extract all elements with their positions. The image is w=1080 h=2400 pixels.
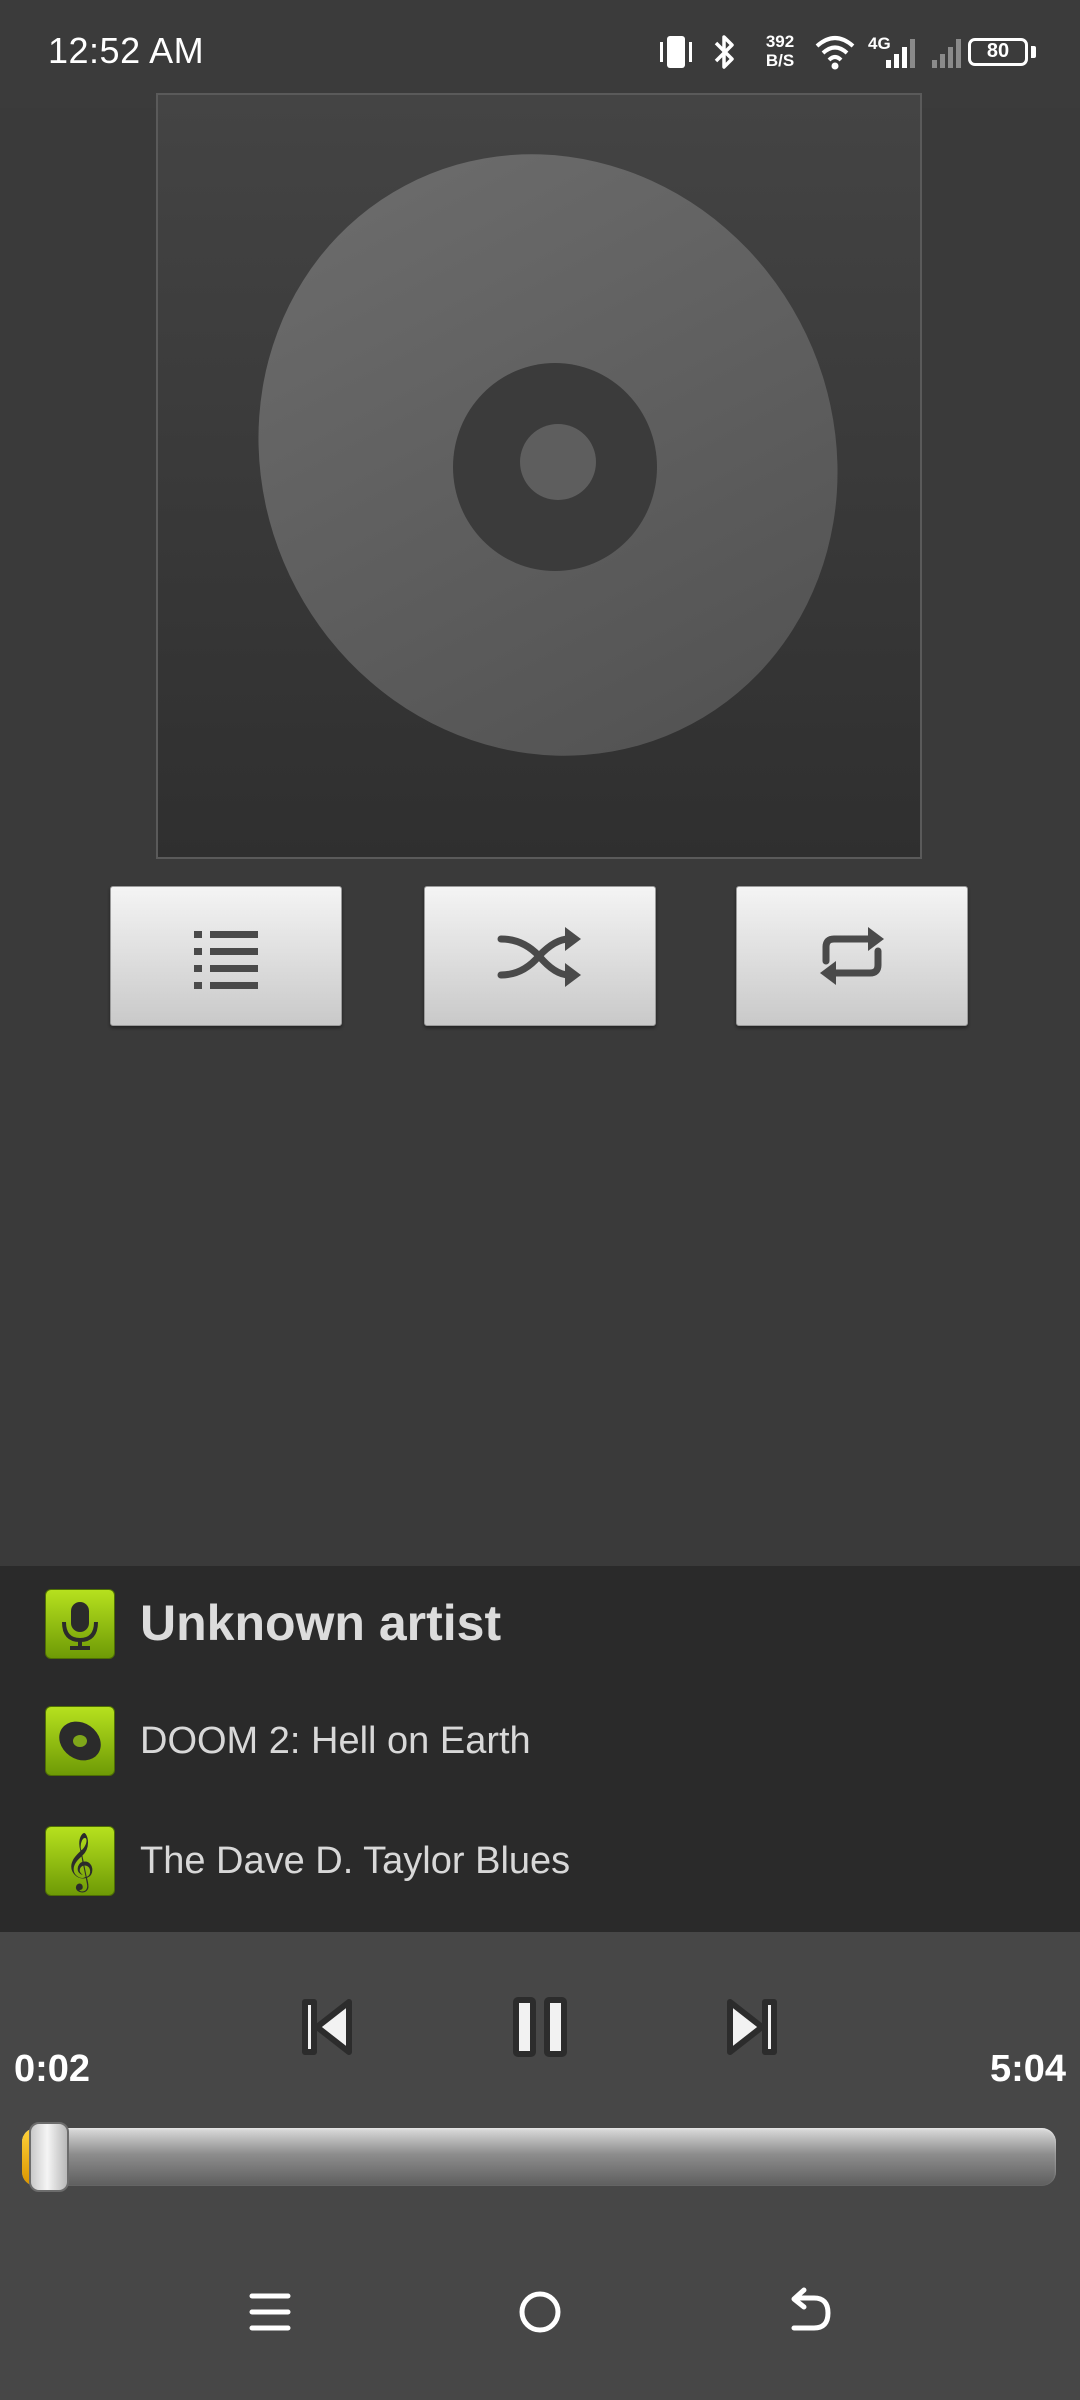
next-icon[interactable]: [716, 1992, 786, 2062]
track-title: The Dave D. Taylor Blues: [140, 1840, 571, 1882]
battery-level: 80: [986, 40, 1010, 62]
disc-icon: [258, 154, 838, 756]
status-time: 12:52 AM: [48, 30, 205, 71]
net-speed-unit: B/S: [765, 51, 795, 70]
back-icon[interactable]: [780, 2282, 840, 2342]
net-speed-value: 392: [765, 32, 795, 51]
album-art: [156, 93, 922, 859]
title-row[interactable]: 𝄞 The Dave D. Taylor Blues: [0, 1812, 1080, 1912]
playlist-button[interactable]: [110, 886, 342, 1026]
home-icon[interactable]: [510, 2282, 570, 2342]
signal-icon: [886, 39, 915, 68]
navigation-bar: [0, 2242, 1080, 2400]
album-disc-icon: [45, 1706, 115, 1776]
playlist-icon: [194, 931, 258, 989]
status-icons: 392 B/S 4G 80: [656, 30, 1036, 80]
artist-row[interactable]: Unknown artist: [0, 1574, 1080, 1674]
seek-bar[interactable]: [22, 2122, 1056, 2192]
microphone-icon: [45, 1589, 115, 1659]
signal-weak-icon: [932, 39, 961, 68]
track-info-panel: Unknown artist DOOM 2: Hell on Earth 𝄞 T…: [0, 1566, 1080, 1932]
menu-icon[interactable]: [240, 2282, 300, 2342]
shuffle-icon: [497, 927, 581, 987]
seek-thumb[interactable]: [28, 2122, 69, 2192]
album-row[interactable]: DOOM 2: Hell on Earth: [0, 1692, 1080, 1792]
battery-tip: [1031, 46, 1036, 58]
status-bar: 12:52 AM 392 B/S 4G 80: [0, 0, 1080, 108]
playback-controls: 0:02 5:04: [0, 1932, 1080, 2242]
repeat-icon: [820, 927, 884, 985]
treble-clef-icon: 𝄞: [45, 1826, 115, 1896]
vibrate-icon: [660, 36, 692, 68]
previous-icon[interactable]: [293, 1992, 363, 2062]
pause-icon[interactable]: [505, 1992, 575, 2062]
shuffle-button[interactable]: [424, 886, 656, 1026]
battery-icon: 80: [968, 38, 1028, 66]
current-time: 0:02: [14, 2048, 91, 2090]
net-speed: 392 B/S: [754, 32, 806, 70]
repeat-button[interactable]: [736, 886, 968, 1026]
bluetooth-icon: [714, 35, 734, 69]
total-time: 5:04: [989, 2048, 1066, 2090]
album-name: DOOM 2: Hell on Earth: [140, 1720, 531, 1762]
artist-name: Unknown artist: [140, 1595, 502, 1651]
wifi-icon: [815, 36, 855, 70]
